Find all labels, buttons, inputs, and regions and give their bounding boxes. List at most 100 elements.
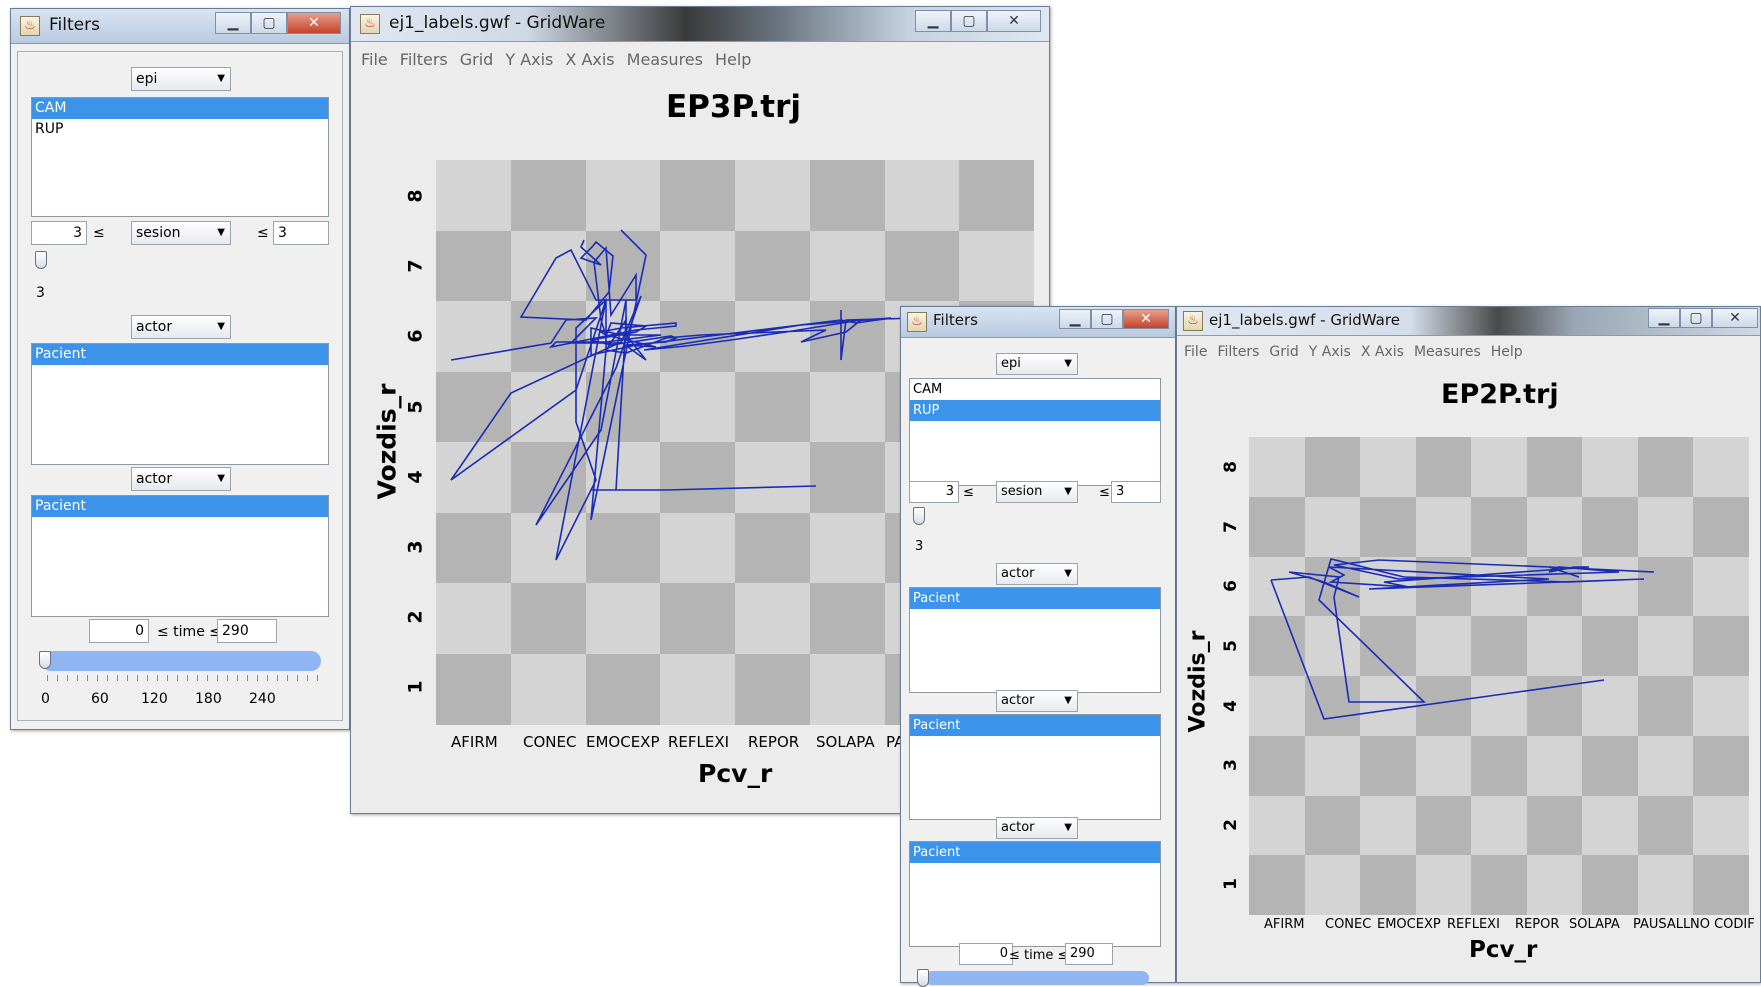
time-slider-track[interactable]	[41, 651, 321, 671]
filters-window-1: ♨ Filters ▁ ▢ ✕ epi ▼ CAM RUP 3 ≤ sesion ▼…	[10, 8, 350, 730]
list-item[interactable]: CAM	[32, 98, 328, 119]
minimize-button[interactable]: ▁	[915, 10, 951, 32]
chevron-down-icon: ▼	[1064, 695, 1072, 706]
list-item[interactable]: Pacient	[32, 344, 328, 365]
y-axis-title: Vozdis_r	[372, 383, 402, 500]
sesion-min-field[interactable]: 3	[31, 221, 87, 245]
plot-title: EP3P.trj	[666, 89, 802, 125]
sesion-combo[interactable]: sesion ▼	[996, 481, 1078, 503]
time-max-field[interactable]: 290	[1065, 943, 1113, 965]
java-app-icon: ♨	[907, 312, 927, 332]
list-item[interactable]: Pacient	[910, 715, 1160, 736]
x-tick: SOLAPA	[1569, 917, 1620, 932]
y-tick: 4	[404, 470, 427, 484]
actor-list-1[interactable]: Pacient	[909, 587, 1161, 693]
maximize-button[interactable]: ▢	[251, 12, 287, 34]
menu-help[interactable]: Help	[1486, 339, 1528, 365]
menu-x-axis[interactable]: X Axis	[559, 47, 620, 73]
time-slider-thumb[interactable]	[39, 651, 51, 669]
time-label: ≤ time ≤	[157, 624, 221, 640]
close-button[interactable]: ✕	[1712, 308, 1758, 328]
list-item[interactable]: Pacient	[32, 496, 328, 517]
menu-measures[interactable]: Measures	[621, 47, 709, 73]
time-tick: 180	[195, 691, 222, 707]
minimize-button[interactable]: ▁	[215, 12, 251, 34]
time-min-field[interactable]: 0	[89, 619, 149, 643]
menubar: File Filters Grid Y Axis X Axis Measures…	[1179, 339, 1760, 365]
menu-file[interactable]: File	[355, 47, 394, 73]
menu-help[interactable]: Help	[709, 47, 757, 73]
close-button[interactable]: ✕	[987, 10, 1041, 32]
time-slider-thumb[interactable]	[917, 969, 929, 987]
sesion-max-field[interactable]: 3	[273, 221, 329, 245]
list-item[interactable]: Pacient	[910, 588, 1160, 609]
x-axis-title: Pcv_r	[1469, 937, 1538, 963]
sesion-max-field[interactable]: 3	[1111, 481, 1161, 503]
menu-y-axis[interactable]: Y Axis	[499, 47, 559, 73]
chevron-down-icon: ▼	[217, 321, 225, 332]
trajectory-plot	[1270, 558, 1655, 720]
list-item[interactable]: RUP	[32, 119, 328, 140]
menu-grid[interactable]: Grid	[454, 47, 500, 73]
actor-list-3[interactable]: Pacient	[909, 841, 1161, 947]
time-max-field[interactable]: 290	[217, 619, 277, 643]
gridware-window-2: ♨ ej1_labels.gwf - GridWare ▁ ▢ ✕ File F…	[1176, 306, 1761, 983]
minimize-button[interactable]: ▁	[1059, 309, 1091, 329]
actor-combo-1[interactable]: actor ▼	[996, 563, 1078, 585]
sesion-slider-thumb[interactable]	[913, 507, 925, 525]
window-title: ej1_labels.gwf - GridWare	[1209, 311, 1400, 329]
x-tick: CONEC	[523, 733, 577, 751]
actor-list-2[interactable]: Pacient	[31, 495, 329, 617]
list-item[interactable]: CAM	[910, 379, 1160, 400]
y-tick: 8	[1220, 461, 1241, 473]
chevron-down-icon: ▼	[217, 227, 225, 238]
menu-y-axis[interactable]: Y Axis	[1304, 339, 1356, 365]
menu-filters[interactable]: Filters	[394, 47, 454, 73]
sesion-slider-thumb[interactable]	[35, 251, 47, 269]
maximize-button[interactable]: ▢	[1680, 308, 1712, 328]
sesion-min-field[interactable]: 3	[909, 481, 959, 503]
epi-combo[interactable]: epi ▼	[996, 353, 1078, 375]
actor-combo-3[interactable]: actor ▼	[996, 817, 1078, 839]
minimize-button[interactable]: ▁	[1648, 308, 1680, 328]
le-label: ≤	[1099, 485, 1110, 500]
epi-list[interactable]: CAM RUP	[31, 97, 329, 217]
time-tick: 0	[41, 691, 50, 707]
list-item[interactable]: Pacient	[910, 842, 1160, 863]
filters-titlebar-1[interactable]: ♨ Filters ▁ ▢ ✕	[11, 9, 349, 44]
y-tick: 4	[1220, 700, 1241, 712]
gridware-titlebar-2[interactable]: ♨ ej1_labels.gwf - GridWare ▁ ▢ ✕	[1177, 307, 1760, 336]
menu-filters[interactable]: Filters	[1212, 339, 1264, 365]
time-min-field[interactable]: 0	[959, 943, 1013, 965]
actor-list-2[interactable]: Pacient	[909, 714, 1161, 820]
menu-measures[interactable]: Measures	[1409, 339, 1486, 365]
filters-window-2: ♨ Filters ▁ ▢ ✕ epi ▼ CAM RUP 3 ≤ sesion ▼…	[900, 306, 1176, 987]
actor-list-1[interactable]: Pacient	[31, 343, 329, 465]
list-item[interactable]: RUP	[910, 400, 1160, 421]
menu-file[interactable]: File	[1179, 339, 1212, 365]
menu-x-axis[interactable]: X Axis	[1356, 339, 1409, 365]
y-tick: 1	[404, 680, 427, 694]
window-title: Filters	[933, 311, 978, 329]
filters-titlebar-2[interactable]: ♨ Filters ▁ ▢ ✕	[901, 307, 1175, 338]
epi-list[interactable]: CAM RUP	[909, 378, 1161, 486]
close-button[interactable]: ✕	[287, 12, 341, 34]
sesion-slider-value: 3	[915, 539, 924, 554]
y-tick: 7	[1220, 521, 1241, 533]
window-title: ej1_labels.gwf - GridWare	[389, 13, 606, 33]
gridware-titlebar-1[interactable]: ♨ ej1_labels.gwf - GridWare ▁ ▢ ✕	[351, 7, 1049, 42]
close-button[interactable]: ✕	[1123, 309, 1169, 329]
sesion-combo[interactable]: sesion ▼	[131, 221, 231, 245]
actor-combo-1[interactable]: actor ▼	[131, 315, 231, 339]
maximize-button[interactable]: ▢	[951, 10, 987, 32]
actor-combo-2[interactable]: actor ▼	[131, 467, 231, 491]
actor-combo-2[interactable]: actor ▼	[996, 690, 1078, 712]
maximize-button[interactable]: ▢	[1091, 309, 1123, 329]
trajectory-line	[590, 229, 817, 521]
java-app-icon: ♨	[1183, 311, 1203, 331]
menu-grid[interactable]: Grid	[1264, 339, 1303, 365]
y-tick: 5	[1220, 640, 1241, 652]
y-tick: 3	[404, 540, 427, 554]
le-label: ≤	[257, 225, 269, 241]
epi-combo[interactable]: epi ▼	[131, 67, 231, 91]
